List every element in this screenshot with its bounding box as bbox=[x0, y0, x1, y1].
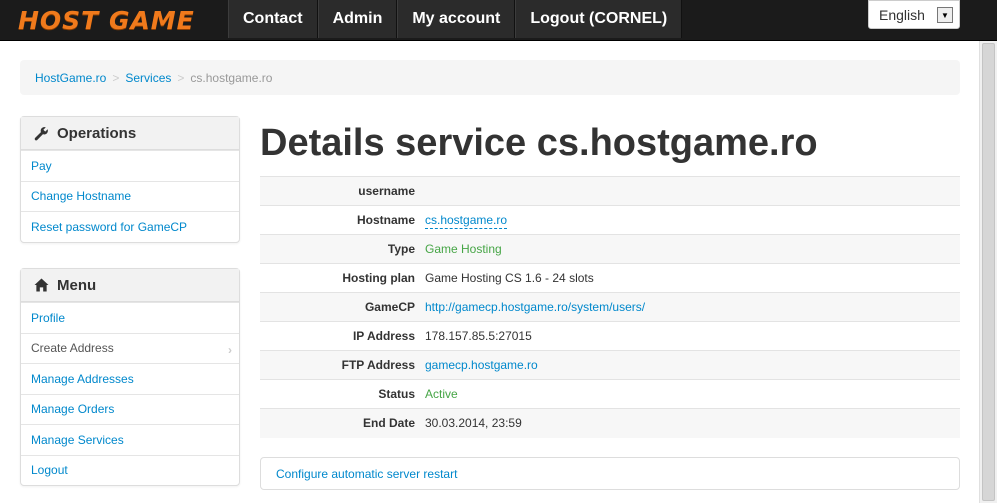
ftp-address-link[interactable]: gamecp.hostgame.ro bbox=[425, 358, 538, 372]
language-select[interactable]: English ▼ bbox=[868, 0, 960, 29]
gamecp-link[interactable]: http://gamecp.hostgame.ro/system/users/ bbox=[425, 300, 645, 314]
breadcrumb-current: cs.hostgame.ro bbox=[190, 70, 273, 85]
table-row: FTP Address gamecp.hostgame.ro bbox=[260, 350, 960, 380]
op-pay[interactable]: Pay bbox=[21, 150, 239, 181]
nav-contact[interactable]: Contact bbox=[228, 0, 318, 38]
wrench-icon bbox=[34, 126, 48, 140]
service-details-table: username Hostname cs.hostgame.ro Type Ga… bbox=[260, 176, 960, 438]
detail-label: IP Address bbox=[260, 321, 425, 351]
detail-label: username bbox=[260, 176, 425, 206]
menu-create-address[interactable]: Create Address › bbox=[21, 332, 239, 364]
page-scrollbar[interactable] bbox=[979, 41, 997, 503]
configure-restart-link[interactable]: Configure automatic server restart bbox=[276, 467, 457, 481]
detail-label: GameCP bbox=[260, 292, 425, 322]
table-row: Type Game Hosting bbox=[260, 234, 960, 264]
page-title: Details service cs.hostgame.ro bbox=[260, 122, 818, 164]
menu-profile[interactable]: Profile bbox=[21, 302, 239, 333]
menu-manage-orders[interactable]: Manage Orders bbox=[21, 393, 239, 425]
hostname-editable-link[interactable]: cs.hostgame.ro bbox=[425, 213, 508, 229]
detail-label: Hostname bbox=[260, 205, 425, 235]
scrollbar-thumb[interactable] bbox=[982, 43, 995, 501]
table-row: Status Active bbox=[260, 379, 960, 409]
detail-label: FTP Address bbox=[260, 350, 425, 380]
dropdown-arrow-icon[interactable]: ▼ bbox=[937, 7, 953, 23]
operations-title: Operations bbox=[57, 124, 137, 142]
nav-my-account[interactable]: My account bbox=[397, 0, 516, 38]
menu-manage-addresses[interactable]: Manage Addresses bbox=[21, 363, 239, 394]
table-row: Hostname cs.hostgame.ro bbox=[260, 205, 960, 235]
detail-username-value bbox=[425, 176, 960, 206]
nav-admin[interactable]: Admin bbox=[317, 0, 398, 38]
chevron-right-icon: › bbox=[228, 342, 232, 357]
breadcrumb-services[interactable]: Services bbox=[125, 71, 171, 85]
detail-ip-value: 178.157.85.5:27015 bbox=[425, 321, 960, 351]
table-row: IP Address 178.157.85.5:27015 bbox=[260, 321, 960, 351]
detail-label: Type bbox=[260, 234, 425, 264]
op-reset-password[interactable]: Reset password for GameCP bbox=[21, 211, 239, 242]
operations-header: Operations bbox=[21, 117, 239, 150]
menu-manage-services[interactable]: Manage Services bbox=[21, 424, 239, 455]
menu-title: Menu bbox=[57, 276, 97, 294]
detail-label: End Date bbox=[260, 408, 425, 438]
menu-logout[interactable]: Logout bbox=[21, 454, 239, 486]
op-change-hostname[interactable]: Change Hostname bbox=[21, 180, 239, 212]
site-logo[interactable]: HOST GAME bbox=[18, 6, 195, 35]
detail-label: Hosting plan bbox=[260, 263, 425, 293]
breadcrumb-home[interactable]: HostGame.ro bbox=[35, 71, 106, 85]
table-row: GameCP http://gamecp.hostgame.ro/system/… bbox=[260, 292, 960, 322]
language-value: English bbox=[879, 6, 925, 23]
operations-panel: Operations Pay Change Hostname Reset pas… bbox=[20, 116, 240, 243]
table-row: Hosting plan Game Hosting CS 1.6 - 24 sl… bbox=[260, 263, 960, 293]
menu-header: Menu bbox=[21, 269, 239, 302]
main-nav: Contact Admin My account Logout (CORNEL) bbox=[228, 0, 683, 38]
nav-logout[interactable]: Logout (CORNEL) bbox=[515, 0, 683, 38]
detail-end-date-value: 30.03.2014, 23:59 bbox=[425, 408, 960, 438]
detail-type-value: Game Hosting bbox=[425, 234, 960, 264]
table-row: username bbox=[260, 176, 960, 206]
breadcrumb-separator: > bbox=[112, 70, 120, 85]
top-navbar: HOST GAME Contact Admin My account Logou… bbox=[0, 0, 997, 41]
menu-panel: Menu Profile Create Address › Manage Add… bbox=[20, 268, 240, 486]
auto-restart-panel: Configure automatic server restart bbox=[260, 457, 960, 490]
breadcrumb-separator: > bbox=[177, 70, 185, 85]
menu-create-address-label: Create Address bbox=[31, 341, 114, 356]
home-icon bbox=[34, 278, 49, 292]
table-row: End Date 30.03.2014, 23:59 bbox=[260, 408, 960, 438]
detail-plan-value: Game Hosting CS 1.6 - 24 slots bbox=[425, 263, 960, 293]
status-badge: Active bbox=[425, 379, 960, 409]
breadcrumb: HostGame.ro > Services > cs.hostgame.ro bbox=[20, 60, 960, 95]
detail-label: Status bbox=[260, 379, 425, 409]
